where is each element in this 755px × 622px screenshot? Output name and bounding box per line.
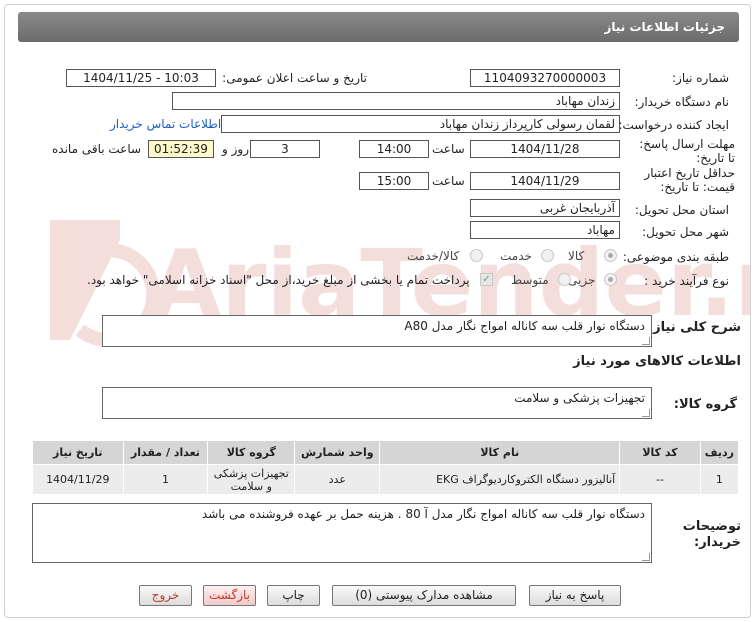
back-button[interactable]: بازگشت: [203, 585, 256, 606]
col-date: تاریخ نیاز: [32, 440, 124, 465]
buyer-field: زندان مهاباد: [172, 92, 620, 110]
cell-unit: عدد: [294, 464, 381, 495]
province-label: استان محل تحویل:: [634, 203, 729, 217]
creator-field: لقمان رسولی کارپرداز زندان مهاباد: [221, 115, 620, 133]
buyer-label: نام دستگاه خریدار:: [634, 95, 730, 109]
print-button[interactable]: چاپ: [267, 585, 320, 606]
need-number-label: شماره نیاز:: [672, 71, 729, 85]
category-service-radio[interactable]: [541, 249, 554, 262]
col-qty: تعداد / مقدار: [122, 440, 209, 465]
category-both-label: کالا/خدمت: [407, 249, 460, 263]
category-goods-label: کالا: [568, 249, 585, 263]
treasury-checkbox[interactable]: ✓: [480, 273, 493, 286]
description-field: دستگاه نوار قلب سه کاناله امواج نگار مدل…: [102, 315, 652, 347]
description-text: دستگاه نوار قلب سه کاناله امواج نگار مدل…: [404, 319, 645, 333]
days-label: روز و: [222, 142, 249, 156]
province-field: آذربایجان غربی: [470, 199, 620, 217]
deadline-label: مهلت ارسال پاسخ: تا تاریخ:: [639, 137, 735, 165]
category-goods-radio[interactable]: [604, 249, 617, 262]
col-group: گروه کالا: [207, 440, 296, 465]
city-label: شهر محل تحویل:: [642, 225, 729, 239]
remaining-time-field: 01:52:39: [148, 140, 214, 158]
resize-handle[interactable]: [642, 337, 650, 345]
col-name: نام کالا: [379, 440, 621, 465]
cell-name: آنالیزور دستگاه الکتروکاردیوگراف EKG: [379, 464, 621, 495]
process-medium-label: متوسط: [511, 273, 549, 287]
col-unit: واحد شمارش: [294, 440, 381, 465]
goods-group-field: تجهیزات پزشکی و سلامت: [102, 387, 652, 419]
validity-time-label: ساعت: [432, 174, 465, 188]
cell-date: 1404/11/29: [32, 464, 124, 495]
resize-handle[interactable]: [642, 409, 650, 417]
resize-handle[interactable]: [642, 553, 650, 561]
category-label: طبقه بندی موضوعی:: [622, 250, 729, 264]
creator-label: ایجاد کننده درخواست:: [618, 118, 729, 132]
validity-time-field: 15:00: [359, 172, 429, 190]
items-table: ردیف کد کالا نام کالا واحد شمارش گروه کا…: [32, 440, 740, 495]
process-label: نوع فرآیند خرید :: [644, 274, 729, 288]
announce-label: تاریخ و ساعت اعلان عمومی:: [222, 71, 367, 85]
remaining-label: ساعت باقی مانده: [52, 142, 142, 156]
goods-info-title: اطلاعات کالاهای مورد نیاز: [573, 354, 741, 369]
cell-row: 1: [699, 464, 740, 495]
process-minor-label: جزیی: [568, 273, 596, 287]
announce-field: 1404/11/25 - 10:03: [66, 69, 216, 87]
city-field: مهاباد: [470, 221, 620, 239]
table-header-row: ردیف کد کالا نام کالا واحد شمارش گروه کا…: [32, 440, 740, 465]
cell-qty: 1: [122, 464, 209, 495]
process-medium-radio[interactable]: [558, 273, 571, 286]
buyer-notes-field: دستگاه نوار قلب سه کاناله امواج نگار مدل…: [32, 503, 652, 563]
validity-label: حداقل تاریخ اعتبار قیمت: تا تاریخ:: [644, 166, 735, 194]
process-minor-radio[interactable]: [604, 273, 617, 286]
deadline-time-label: ساعت: [432, 142, 465, 156]
reply-button[interactable]: پاسخ به نیاز: [529, 585, 621, 606]
cell-code: --: [619, 464, 701, 495]
category-service-label: خدمت: [500, 249, 532, 263]
deadline-date-field: 1404/11/28: [470, 140, 620, 158]
validity-date-field: 1404/11/29: [470, 172, 620, 190]
buyer-notes-label: توضیحات خریدار:: [682, 519, 741, 550]
exit-button[interactable]: خروج: [139, 585, 192, 606]
col-row: ردیف: [699, 440, 740, 465]
buyer-notes-text: دستگاه نوار قلب سه کاناله امواج نگار مدل…: [201, 507, 645, 521]
description-label: شرح کلی نیاز:: [647, 320, 741, 335]
attachments-button[interactable]: مشاهده مدارک پیوستی (0): [332, 585, 516, 606]
category-both-radio[interactable]: [470, 249, 483, 262]
cell-group: تجهیزات پزشکی و سلامت: [207, 464, 296, 495]
page-title: جزئیات اطلاعات نیاز: [18, 12, 739, 42]
col-code: کد کالا: [619, 440, 701, 465]
payment-note: پرداخت تمام یا بخشی از مبلغ خرید،از محل …: [87, 273, 470, 287]
table-row: 1 -- آنالیزور دستگاه الکتروکاردیوگراف EK…: [32, 464, 740, 495]
goods-group-label: گروه کالا:: [673, 397, 737, 412]
buyer-contact-link[interactable]: اطلاعات تماس خریدار: [110, 117, 221, 131]
need-number-field: 1104093270000003: [470, 69, 620, 87]
days-field: 3: [250, 140, 320, 158]
goods-group-text: تجهیزات پزشکی و سلامت: [514, 391, 645, 405]
deadline-time-field: 14:00: [359, 140, 429, 158]
